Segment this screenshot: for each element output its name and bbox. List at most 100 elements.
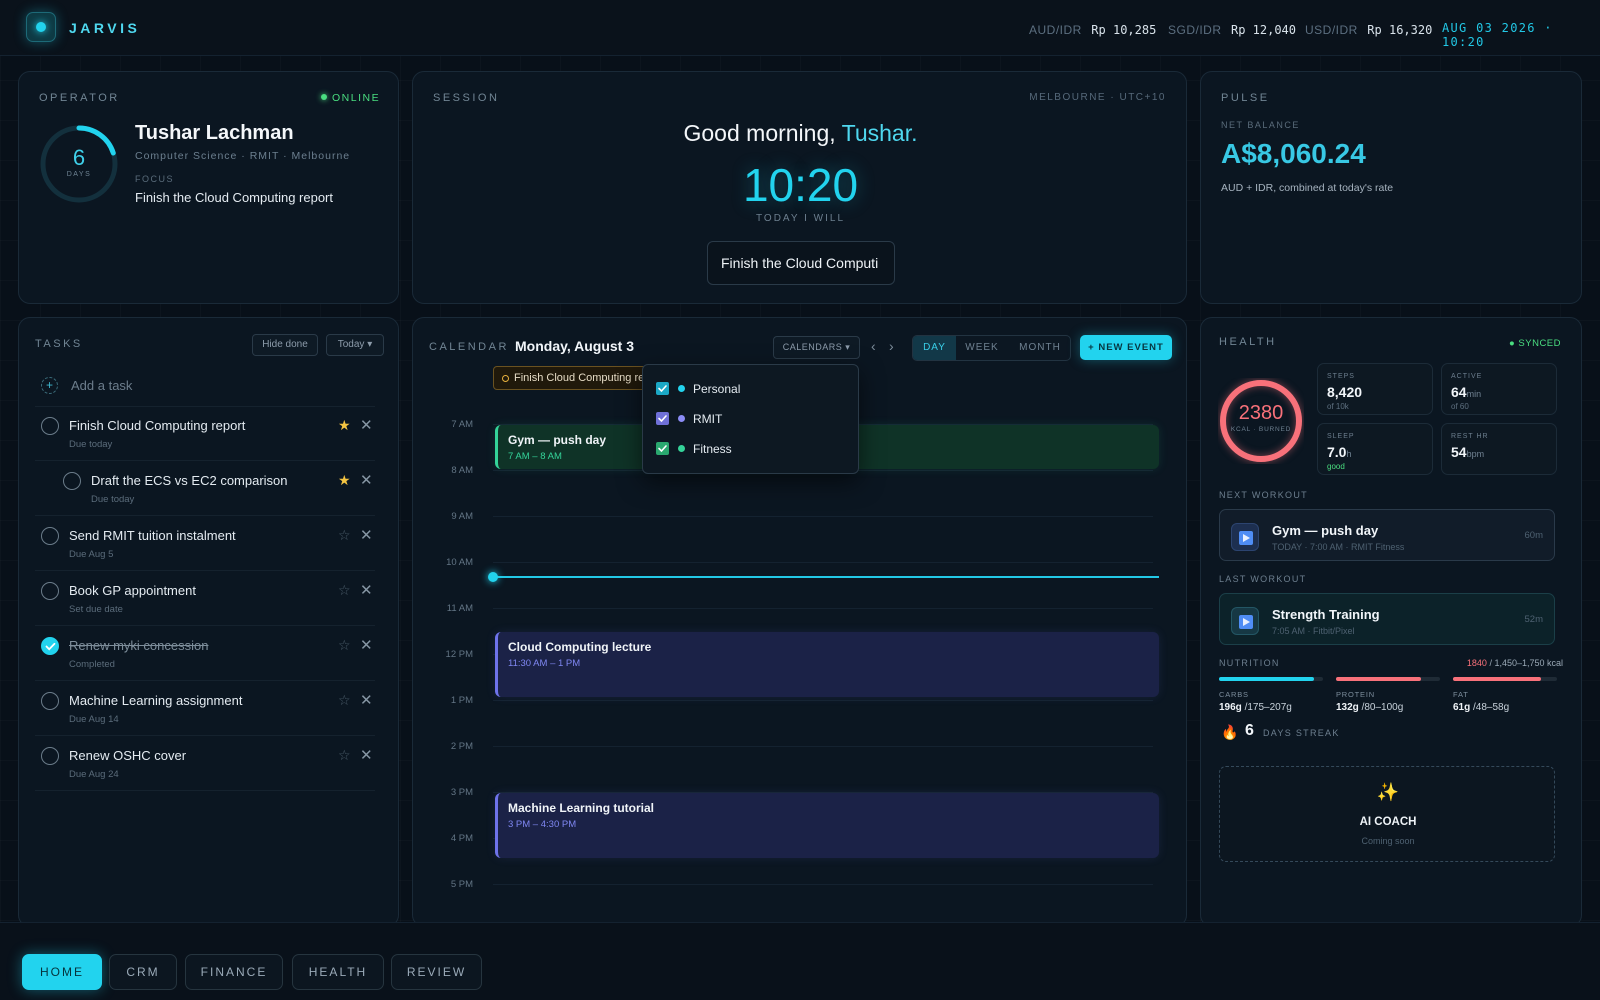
allday-dot-icon [502,375,509,382]
hour-line [493,746,1153,747]
next-day-button[interactable]: › [889,338,894,354]
stat-value-wrap: 64min [1451,384,1481,400]
hour-label: 1 PM [450,695,473,706]
task-checkbox[interactable] [41,417,59,435]
task-row[interactable]: Renew myki concession Completed ☆ ✕ [35,627,375,681]
rate-sgd: SGD/IDR Rp 12,040 [1168,21,1296,39]
today-will-value: Finish the Cloud Computi [721,255,879,271]
macro-value: 61g /48–58g [1453,702,1509,713]
nav-home[interactable]: HOME [22,954,102,990]
hide-done-button[interactable]: Hide done [252,334,318,356]
new-event-button[interactable]: + NEW EVENT [1080,335,1172,360]
event-title: Gym — push day [508,433,607,447]
focus-label: FOCUS [135,174,174,184]
close-icon[interactable]: ✕ [360,471,373,489]
focus-text: Finish the Cloud Computing report [135,190,333,205]
panel-title: TASKS [35,338,83,350]
task-checkbox[interactable] [41,527,59,545]
pulse-panel: PULSE NET BALANCE A$8,060.24 AUD + IDR, … [1200,71,1582,304]
filter-dropdown[interactable]: Today ▾ [326,334,384,356]
task-row[interactable]: Book GP appointment Set due date ☆ ✕ [35,572,375,626]
nav-health[interactable]: HEALTH [292,954,384,990]
active-stat: ACTIVE 64min of 60 [1441,363,1557,415]
nav-crm[interactable]: CRM [109,954,177,990]
hour-label: 11 AM [446,603,473,614]
view-day-tab[interactable]: DAY [913,336,956,360]
event-title: Machine Learning tutorial [508,801,655,815]
view-switcher: DAY WEEK MONTH [912,335,1071,361]
view-week-tab[interactable]: WEEK [956,336,1008,360]
last-workout-card[interactable]: Strength Training 7:05 AM · Fitbit/Pixel… [1219,593,1555,645]
star-icon[interactable]: ☆ [338,582,351,599]
now-dot [488,572,498,583]
calendar-option[interactable]: RMIT [643,409,858,431]
allday-event-chip[interactable]: Finish Cloud Computing report [493,366,661,390]
task-title: Finish Cloud Computing report [69,418,246,433]
event-time: 3 PM – 4:30 PM [508,819,577,830]
star-icon[interactable]: ☆ [338,637,351,654]
task-checkbox[interactable] [41,582,59,600]
next-workout-card[interactable]: Gym — push day TODAY · 7:00 AM · RMIT Fi… [1219,509,1555,561]
task-checked-icon[interactable] [41,637,59,655]
view-month-tab[interactable]: MONTH [1008,336,1072,360]
hour-label: 4 PM [450,833,473,844]
task-row[interactable]: Renew OSHC cover Due Aug 24 ☆ ✕ [35,737,375,791]
workout-subtitle: 7:05 AM · Fitbit/Pixel [1272,626,1355,636]
balance-note: AUD + IDR, combined at today's rate [1221,182,1394,194]
kcal-value: 2380 [1238,402,1284,424]
checkbox-checked-icon[interactable] [656,442,669,455]
nav-finance[interactable]: FINANCE [185,954,283,990]
play-icon [1231,523,1259,551]
add-task-input[interactable]: Add a task [71,378,132,393]
macro-amount: 61g [1453,702,1471,713]
macro-value: 196g /175–207g [1219,702,1292,713]
logo-dot [36,22,46,32]
macro-amount: 196g [1219,702,1242,713]
task-checkbox[interactable] [63,472,81,490]
star-filled-icon[interactable]: ★ [338,417,351,434]
task-checkbox[interactable] [41,692,59,710]
calendars-dropdown-button[interactable]: CALENDARS ▾ [773,336,860,359]
sparkles-icon: ✨ [1376,782,1400,802]
star-filled-icon[interactable]: ★ [338,472,351,489]
task-due: Due Aug 14 [69,714,119,725]
close-icon[interactable]: ✕ [360,691,373,709]
hour-line [493,562,1153,563]
calendar-event[interactable]: Machine Learning tutorial 3 PM – 4:30 PM [495,793,1159,858]
net-balance-label: NET BALANCE [1221,120,1300,130]
calendar-option[interactable]: Fitness [643,439,858,461]
star-icon[interactable]: ☆ [338,747,351,764]
kcal-label: KCAL · BURNED [1230,426,1292,433]
task-row[interactable]: Machine Learning assignment Due Aug 14 ☆ ✕ [35,682,375,736]
macro-label: CARBS [1219,690,1249,699]
add-task-icon[interactable]: + [41,377,58,394]
calendar-event[interactable]: Cloud Computing lecture 11:30 AM – 1 PM [495,632,1159,697]
nav-review[interactable]: REVIEW [391,954,482,990]
star-icon[interactable]: ☆ [338,692,351,709]
prev-day-button[interactable]: ‹ [871,338,876,354]
today-will-input[interactable]: Finish the Cloud Computi [707,241,895,285]
days-count: 6 [72,145,86,170]
close-icon[interactable]: ✕ [360,416,373,434]
checkbox-checked-icon[interactable] [656,412,669,425]
rate-label: USD/IDR [1305,23,1358,37]
calendar-option[interactable]: Personal [643,379,858,401]
task-row[interactable]: Draft the ECS vs EC2 comparison Due today… [35,462,375,516]
checkbox-checked-icon[interactable] [656,382,669,395]
allday-title: Finish Cloud Computing report [514,372,661,384]
close-icon[interactable]: ✕ [360,746,373,764]
greeting: Good morning, Tushar. [413,120,1188,147]
ai-coach-card[interactable]: ✨ AI COACH Coming soon [1219,766,1555,862]
event-time: 11:30 AM – 1 PM [508,658,581,669]
operator-name: Tushar Lachman [135,122,294,144]
sleep-stat: SLEEP 7.0h good [1317,423,1433,475]
task-row[interactable]: Send RMIT tuition instalment Due Aug 5 ☆ ✕ [35,517,375,571]
close-icon[interactable]: ✕ [360,526,373,544]
star-icon[interactable]: ☆ [338,527,351,544]
close-icon[interactable]: ✕ [360,636,373,654]
close-icon[interactable]: ✕ [360,581,373,599]
nutrition-target: / 1,450–1,750 kcal [1486,658,1563,668]
task-checkbox[interactable] [41,747,59,765]
hour-label: 7 AM [451,419,473,430]
task-row[interactable]: Finish Cloud Computing report Due today ★ ✕ [35,407,375,461]
